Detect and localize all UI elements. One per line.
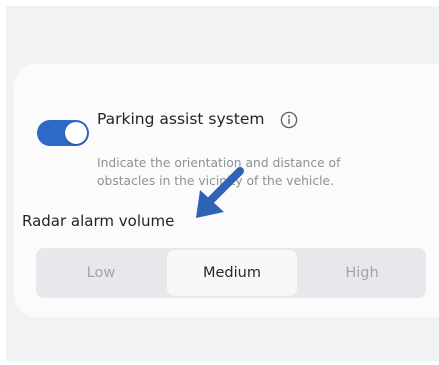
volume-option-medium[interactable]: Medium <box>167 250 297 296</box>
toggle-knob <box>65 122 87 144</box>
parking-assist-toggle[interactable] <box>37 120 89 146</box>
volume-option-low[interactable]: Low <box>36 248 166 298</box>
arrow-pointer-icon <box>196 167 244 218</box>
settings-screen: Parking assist system Indicate the orien… <box>6 6 439 361</box>
radar-alarm-volume-label: Radar alarm volume <box>22 212 175 230</box>
info-icon[interactable] <box>280 111 298 129</box>
volume-option-high[interactable]: High <box>298 248 426 298</box>
parking-assist-title: Parking assist system <box>97 110 265 128</box>
radar-volume-selector: Low Medium High <box>36 248 426 298</box>
